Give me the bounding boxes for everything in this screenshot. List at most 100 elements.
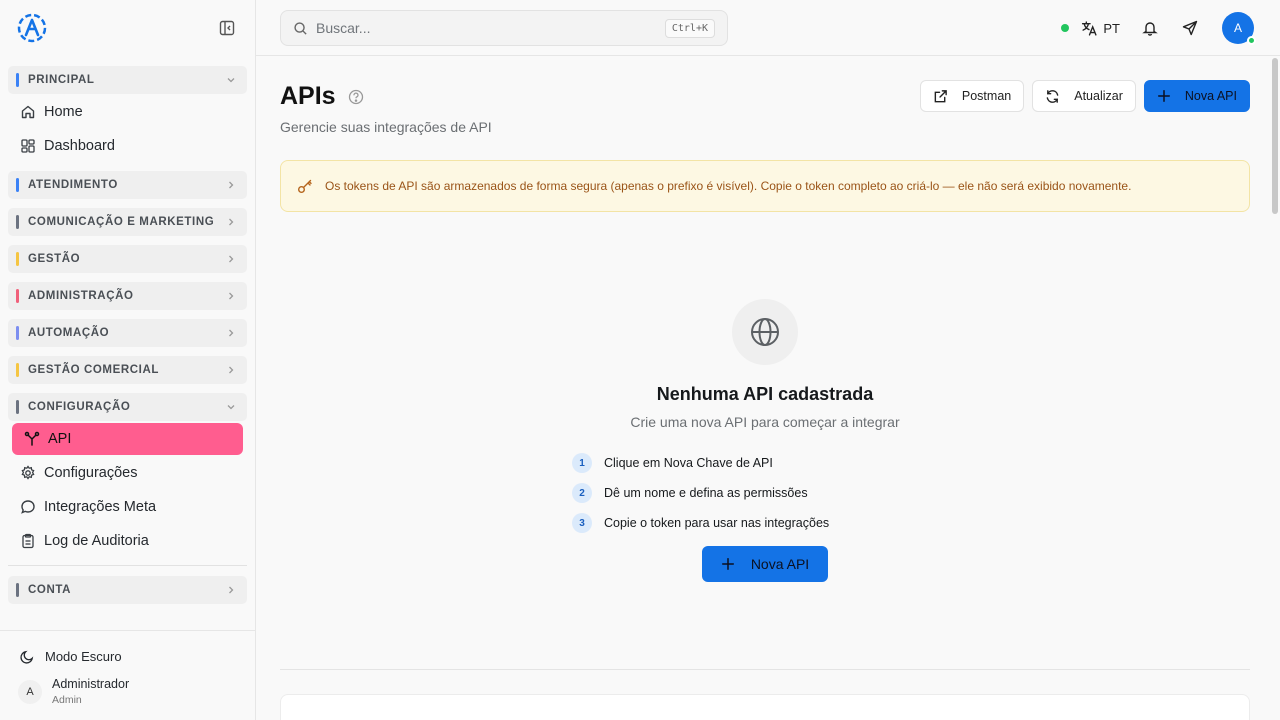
refresh-button[interactable]: Atualizar: [1032, 80, 1136, 112]
avatar-status-dot: [1247, 36, 1256, 45]
empty-state-new-api-button[interactable]: Nova API: [702, 546, 828, 582]
plus-icon: [1157, 89, 1171, 103]
top-bar: Buscar... Ctrl+K PT A: [256, 0, 1280, 56]
section-color-bar: [16, 400, 19, 414]
sidebar-item-dashboard[interactable]: Dashboard: [8, 130, 247, 162]
gear-icon: [20, 465, 36, 481]
new-api-button[interactable]: Nova API: [1143, 80, 1250, 112]
sidebar-item-label: Dashboard: [44, 138, 115, 154]
sidebar-item-home[interactable]: Home: [8, 96, 247, 128]
sidebar-collapse-icon[interactable]: [217, 18, 237, 38]
section-label: COMUNICAÇÃO E MARKETING: [28, 216, 215, 228]
chevron-right-icon: [225, 327, 237, 339]
new-api-label: Nova API: [1184, 89, 1237, 103]
page-title: APIs: [280, 82, 364, 111]
section-label: GESTÃO COMERCIAL: [28, 364, 159, 376]
section-color-bar: [16, 215, 19, 229]
section-label: ADMINISTRAÇÃO: [28, 290, 134, 302]
clipboard-icon: [20, 533, 36, 549]
section-label: GESTÃO: [28, 253, 81, 265]
section-color-bar: [16, 363, 19, 377]
section-color-bar: [16, 252, 19, 266]
user-name: Administrador: [52, 677, 130, 691]
step-number: 2: [572, 483, 592, 503]
header-actions: PT A: [1061, 12, 1256, 45]
chevron-right-icon: [225, 253, 237, 265]
dark-mode-label: Modo Escuro: [45, 648, 122, 664]
section-color-bar: [16, 289, 19, 303]
home-icon: [20, 104, 36, 120]
scrollbar[interactable]: [1272, 58, 1278, 214]
api-icon: [24, 431, 40, 447]
content-divider: [280, 669, 1250, 670]
user-avatar[interactable]: A: [1222, 12, 1256, 45]
moon-icon: [20, 649, 35, 664]
chevron-right-icon: [225, 216, 237, 228]
empty-state-subtitle: Crie uma nova API para começar a integra…: [630, 414, 900, 430]
user-role: Admin: [52, 694, 82, 706]
chevron-right-icon: [225, 179, 237, 191]
section-conta[interactable]: CONTA: [8, 576, 247, 604]
search-input[interactable]: Buscar... Ctrl+K: [280, 10, 728, 46]
sidebar-divider: [8, 565, 247, 566]
section-gestao[interactable]: GESTÃO: [8, 245, 247, 273]
section-gestao-comercial[interactable]: GESTÃO COMERCIAL: [8, 356, 247, 384]
sidebar-nav: PRINCIPAL Home Dashboard ATENDIMENTO COM…: [0, 66, 255, 604]
postman-label: Postman: [961, 89, 1012, 103]
sidebar-item-label: Configurações: [44, 465, 138, 481]
chat-bubble-icon: [20, 499, 36, 515]
section-color-bar: [16, 326, 19, 340]
sidebar-footer: Modo Escuro A Administrador Admin: [0, 630, 255, 720]
sidebar-item-label: Integrações Meta: [44, 499, 157, 515]
step-text: Copie o token para usar nas integrações: [604, 516, 830, 530]
empty-state-title: Nenhuma API cadastrada: [656, 384, 874, 404]
section-automacao[interactable]: AUTOMAÇÃO: [8, 319, 247, 347]
section-atendimento[interactable]: ATENDIMENTO: [8, 171, 247, 199]
section-label: PRINCIPAL: [28, 74, 95, 86]
security-notice: Os tokens de API são armazenados de form…: [280, 160, 1250, 212]
sidebar-item-integracoes-meta[interactable]: Integrações Meta: [8, 491, 247, 523]
security-notice-text: Os tokens de API são armazenados de form…: [325, 179, 1132, 193]
section-configuracao[interactable]: CONFIGURAÇÃO: [8, 393, 247, 421]
section-administracao[interactable]: ADMINISTRAÇÃO: [8, 282, 247, 310]
language-code: PT: [1103, 20, 1120, 36]
sidebar-item-api[interactable]: API: [12, 423, 243, 455]
sidebar-header: [0, 0, 255, 56]
step-number: 1: [572, 453, 592, 473]
key-icon: [297, 178, 313, 194]
page-subtitle: Gerencie suas integrações de API: [280, 119, 492, 135]
app-logo[interactable]: [16, 12, 48, 44]
help-circle-icon[interactable]: [348, 89, 364, 105]
search-placeholder: Buscar...: [316, 20, 371, 36]
sidebar-item-label: Log de Auditoria: [44, 533, 149, 549]
page-actions: Postman Atualizar Nova API: [912, 80, 1250, 112]
refresh-label: Atualizar: [1074, 89, 1123, 103]
section-principal[interactable]: PRINCIPAL: [8, 66, 247, 94]
user-profile[interactable]: A Administrador Admin: [8, 673, 247, 710]
refresh-icon: [1045, 89, 1060, 104]
sidebar-item-log-auditoria[interactable]: Log de Auditoria: [8, 525, 247, 557]
section-comunicacao-marketing[interactable]: COMUNICAÇÃO E MARKETING: [8, 208, 247, 236]
send-icon[interactable]: [1182, 20, 1198, 36]
online-status-indicator: [1061, 24, 1070, 32]
sidebar-item-label: API: [48, 431, 72, 447]
postman-button[interactable]: Postman: [919, 80, 1025, 112]
keyboard-shortcut-badge: Ctrl+K: [664, 18, 715, 38]
sidebar-item-configuracoes[interactable]: Configurações: [8, 457, 247, 489]
chevron-right-icon: [225, 584, 237, 596]
bottom-card: [280, 694, 1250, 720]
section-label: ATENDIMENTO: [28, 179, 118, 191]
page-title-text: APIs: [280, 82, 336, 110]
section-label: CONTA: [28, 584, 72, 596]
step-text: Dê um nome e defina as permissões: [604, 486, 808, 500]
plus-icon: [721, 557, 735, 571]
dashboard-icon: [20, 138, 36, 154]
language-selector[interactable]: PT: [1081, 20, 1120, 37]
section-label: AUTOMAÇÃO: [28, 327, 110, 339]
section-color-bar: [16, 73, 19, 87]
step-item: 1 Clique em Nova Chave de API: [572, 448, 829, 478]
sidebar-item-label: Home: [44, 104, 83, 120]
bell-icon[interactable]: [1142, 20, 1158, 36]
dark-mode-toggle[interactable]: Modo Escuro: [8, 641, 247, 671]
onboarding-steps: 1 Clique em Nova Chave de API 2 Dê um no…: [572, 448, 829, 538]
